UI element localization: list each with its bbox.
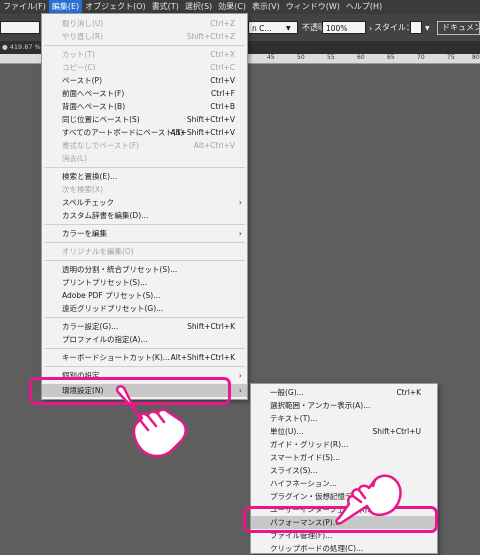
- menu-object[interactable]: オブジェクト(O): [82, 0, 149, 14]
- menu-effect[interactable]: 効果(C): [215, 0, 249, 14]
- ruler-tick: 80: [472, 54, 480, 61]
- menu-item-perspective-grid-presets[interactable]: 遠近グリッドプリセット(G)...: [42, 302, 247, 315]
- menu-item-assign-profile[interactable]: プロファイルの指定(A)...: [42, 333, 247, 346]
- menu-bar: ファイル(F) 編集(E) オブジェクト(O) 書式(T) 選択(S) 効果(C…: [0, 0, 480, 14]
- document-setup-button[interactable]: ドキュメン: [437, 21, 480, 35]
- menu-item-clear[interactable]: 消去(L): [42, 152, 247, 165]
- submenu-item-units[interactable]: 単位(U)... Shift+Ctrl+U: [251, 425, 437, 438]
- menu-item-find-replace[interactable]: 検索と置換(E)...: [42, 170, 247, 183]
- menu-select[interactable]: 選択(S): [182, 0, 215, 14]
- menu-item-spell-check[interactable]: スペルチェック ›: [42, 196, 247, 209]
- menu-divider: [44, 167, 245, 168]
- chevron-right-icon: ›: [238, 371, 242, 380]
- menu-divider: [44, 317, 245, 318]
- menu-item-paste-all-artboards[interactable]: すべてのアートボードにペースト(S) Alt+Shift+Ctrl+V: [42, 126, 247, 139]
- chevron-down-icon[interactable]: ▼: [425, 25, 430, 32]
- menu-item-keyboard-shortcuts[interactable]: キーボードショートカット(K)... Alt+Shift+Ctrl+K: [42, 351, 247, 364]
- chevron-right-icon: ›: [238, 198, 242, 207]
- menu-item-paste-in-back[interactable]: 背面へペースト(B) Ctrl+B: [42, 100, 247, 113]
- ruler-tick: 65: [387, 54, 395, 61]
- menu-item-undo[interactable]: 取り消し(U) Ctrl+Z: [42, 17, 247, 30]
- document-tab[interactable]: ● 419.87 %: [0, 43, 41, 51]
- menu-type[interactable]: 書式(T): [149, 0, 182, 14]
- menu-item-paste-in-front[interactable]: 前面へペースト(F) Ctrl+F: [42, 87, 247, 100]
- menu-item-copy[interactable]: コピー(C) Ctrl+C: [42, 61, 247, 74]
- menu-item-paste-without-formatting[interactable]: 書式なしでペースト(F) Alt+Ctrl+V: [42, 139, 247, 152]
- menu-item-find-next[interactable]: 次を検索(X): [42, 183, 247, 196]
- opacity-input[interactable]: 100%: [322, 21, 366, 34]
- submenu-item-smart-guides[interactable]: スマートガイド(S)...: [251, 451, 437, 464]
- menu-file[interactable]: ファイル(F): [0, 0, 49, 14]
- graphic-style-swatch[interactable]: [410, 21, 422, 34]
- menu-divider: [44, 260, 245, 261]
- menu-view[interactable]: 表示(V): [249, 0, 283, 14]
- submenu-item-type[interactable]: テキスト(T)...: [251, 412, 437, 425]
- menu-item-flattener-presets[interactable]: 透明の分割・統合プリセット(S)...: [42, 263, 247, 276]
- menu-item-paste-in-place[interactable]: 同じ位置にペースト(S) Shift+Ctrl+V: [42, 113, 247, 126]
- submenu-item-clipboard-handling[interactable]: クリップボードの処理(C)...: [251, 542, 437, 555]
- chevron-right-icon[interactable]: ›: [369, 24, 372, 33]
- menu-help[interactable]: ヘルプ(H): [343, 0, 385, 14]
- ruler-tick: 45: [267, 54, 275, 61]
- submenu-item-general[interactable]: 一般(G)... Ctrl+K: [251, 386, 437, 399]
- ruler-tick: 70: [417, 54, 425, 61]
- menu-divider: [44, 348, 245, 349]
- submenu-item-guides-grid[interactable]: ガイド・グリッド(R)...: [251, 438, 437, 451]
- menu-item-edit-original[interactable]: オリジナルを編集(O): [42, 245, 247, 258]
- menu-divider: [44, 45, 245, 46]
- chevron-right-icon: ›: [238, 386, 242, 395]
- ruler-tick: 50: [297, 54, 305, 61]
- ruler-tick: 55: [327, 54, 335, 61]
- chevron-right-icon: ›: [238, 229, 242, 238]
- menu-edit[interactable]: 編集(E): [48, 0, 83, 14]
- menu-divider: [44, 242, 245, 243]
- chevron-down-icon[interactable]: ▼: [286, 25, 291, 32]
- menu-divider: [44, 366, 245, 367]
- fill-field[interactable]: [0, 21, 40, 34]
- menu-item-redo[interactable]: やり直し(R) Shift+Ctrl+Z: [42, 30, 247, 43]
- style-label: スタイル：: [374, 23, 414, 32]
- menu-item-print-presets[interactable]: プリントプリセット(S)...: [42, 276, 247, 289]
- menu-window[interactable]: ウィンドウ(W): [283, 0, 343, 14]
- menu-item-color-settings[interactable]: カラー設定(G)... Shift+Ctrl+K: [42, 320, 247, 333]
- menu-item-edit-colors[interactable]: カラーを編集 ›: [42, 227, 247, 240]
- menu-item-cut[interactable]: カット(T) Ctrl+X: [42, 48, 247, 61]
- pointing-hand-icon: [335, 474, 402, 525]
- menu-divider: [44, 224, 245, 225]
- ruler-tick: 75: [447, 54, 455, 61]
- menu-item-edit-custom-dictionary[interactable]: カスタム辞書を編集(D)...: [42, 209, 247, 222]
- menu-item-paste[interactable]: ペースト(P) Ctrl+V: [42, 74, 247, 87]
- menu-item-pdf-presets[interactable]: Adobe PDF プリセット(S)...: [42, 289, 247, 302]
- edit-menu-dropdown: 取り消し(U) Ctrl+Z やり直し(R) Shift+Ctrl+Z カット(T)…: [41, 13, 248, 400]
- pointing-hand-icon: [115, 385, 187, 458]
- ruler-tick: 60: [357, 54, 365, 61]
- submenu-item-selection-anchor[interactable]: 選択範囲・アンカー表示(A)...: [251, 399, 437, 412]
